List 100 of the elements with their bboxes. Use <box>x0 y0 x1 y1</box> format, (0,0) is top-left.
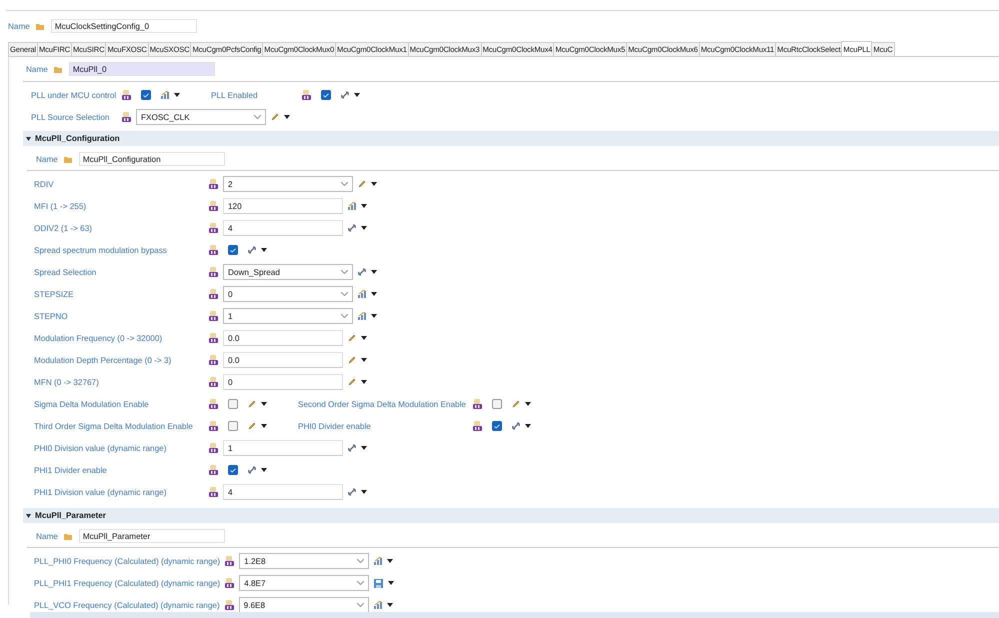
caret-icon[interactable] <box>371 292 377 296</box>
value-dropdown[interactable]: Down_Spread <box>223 264 353 280</box>
caret-icon[interactable] <box>386 603 393 607</box>
name-field[interactable]: McuPll_Parameter <box>78 529 225 543</box>
parameter-type-icon <box>209 179 218 189</box>
checkbox[interactable] <box>228 399 238 409</box>
section-header[interactable]: McuPll_Parameter <box>23 508 999 523</box>
value-dropdown[interactable]: 0 <box>223 286 353 302</box>
chart-icon[interactable] <box>374 557 382 565</box>
value-field[interactable]: 4 <box>223 484 343 500</box>
parameter-label: MFN (0 -> 32767) <box>34 378 100 386</box>
link-icon[interactable] <box>358 268 366 276</box>
chart-icon[interactable] <box>161 91 169 99</box>
value-field[interactable]: 120 <box>223 198 343 214</box>
parameter-label: Modulation Frequency (0 -> 32000) <box>34 334 164 342</box>
caret-icon[interactable] <box>361 204 367 208</box>
caret-icon[interactable] <box>361 358 367 362</box>
checkbox[interactable] <box>228 421 238 431</box>
caret-icon[interactable] <box>361 336 367 340</box>
parameter-label: MFI (1 -> 255) <box>34 202 88 210</box>
link-icon[interactable] <box>348 444 356 452</box>
link-icon[interactable] <box>248 466 256 474</box>
caret-icon[interactable] <box>361 226 367 230</box>
pencil-icon[interactable] <box>348 378 356 386</box>
name-field[interactable]: McuClockSettingConfig_0 <box>50 19 197 33</box>
chart-icon[interactable] <box>358 290 366 298</box>
checkbox[interactable] <box>228 465 238 475</box>
caret-icon[interactable] <box>261 468 267 472</box>
section-header[interactable]: McuPll_Configuration <box>23 131 999 146</box>
chart-icon[interactable] <box>348 202 356 210</box>
link-icon[interactable] <box>248 246 256 254</box>
name-field[interactable]: McuPll_Configuration <box>78 152 225 166</box>
save-icon[interactable] <box>374 578 384 588</box>
link-icon[interactable] <box>512 422 520 430</box>
caret-icon[interactable] <box>371 314 377 318</box>
parameter-type-icon <box>209 245 218 255</box>
parameter-type-icon <box>209 333 218 343</box>
parameter-label: PHI0 Division value (dynamic range) <box>34 444 168 452</box>
parameter-label: PLL under MCU control <box>31 90 117 100</box>
chart-icon[interactable] <box>358 312 366 320</box>
caret-icon[interactable] <box>354 93 360 97</box>
pencil-icon[interactable] <box>358 180 366 188</box>
parameter-label: PHI0 Divider enable <box>298 422 372 430</box>
value-field[interactable]: 1 <box>223 440 343 456</box>
caret-icon[interactable] <box>361 380 367 384</box>
link-icon[interactable] <box>348 224 356 232</box>
parameter-label: PLL Source Selection <box>31 112 110 122</box>
pencil-icon[interactable] <box>512 400 520 408</box>
value-field[interactable]: 0 <box>223 374 343 390</box>
caret-icon[interactable] <box>261 248 267 252</box>
parameter-label: Spread spectrum modulation bypass <box>34 246 168 254</box>
expand-icon[interactable] <box>26 136 31 140</box>
checkbox[interactable] <box>492 421 502 431</box>
checkbox[interactable] <box>492 399 502 409</box>
name-field[interactable]: McuPll_0 <box>68 62 215 76</box>
parameter-type-icon <box>302 90 311 100</box>
parameter-type-icon <box>209 487 218 497</box>
parameter-label: STEPSIZE <box>34 290 75 298</box>
pencil-icon[interactable] <box>248 400 256 408</box>
pencil-icon[interactable] <box>348 356 356 364</box>
value-dropdown[interactable]: FXOSC_CLK <box>136 109 266 125</box>
parameter-type-icon <box>224 600 234 610</box>
name-label: Name <box>36 532 58 540</box>
pencil-icon[interactable] <box>248 422 256 430</box>
caret-icon[interactable] <box>261 424 267 428</box>
value-dropdown[interactable]: 1.2E8 <box>239 553 370 569</box>
checkbox[interactable] <box>228 245 238 255</box>
caret-icon[interactable] <box>174 93 180 97</box>
caret-icon[interactable] <box>371 182 377 186</box>
value-field[interactable]: 4 <box>223 220 343 236</box>
caret-icon[interactable] <box>371 270 377 274</box>
caret-icon[interactable] <box>361 446 367 450</box>
chart-icon[interactable] <box>374 601 382 609</box>
caret-icon[interactable] <box>387 559 394 563</box>
value-dropdown[interactable]: 4.8E7 <box>239 575 370 591</box>
caret-icon[interactable] <box>525 402 531 406</box>
parameter-type-icon <box>225 578 234 588</box>
checkbox[interactable] <box>141 90 151 100</box>
parameter-label: Modulation Depth Percentage (0 -> 3) <box>34 356 172 364</box>
checkbox[interactable] <box>321 90 331 100</box>
value-dropdown[interactable]: 1 <box>223 308 353 324</box>
value-field[interactable]: 0.0 <box>223 352 343 368</box>
pencil-icon[interactable] <box>271 113 279 121</box>
caret-icon[interactable] <box>525 424 531 428</box>
expand-icon[interactable] <box>26 514 31 518</box>
parameter-label: PLL_VCO Frequency (Calculated) (dynamic range) <box>34 600 220 610</box>
caret-icon[interactable] <box>261 402 267 406</box>
link-icon[interactable] <box>341 91 349 99</box>
parameter-label: PHI1 Division value (dynamic range) <box>34 488 168 496</box>
link-icon[interactable] <box>348 488 356 496</box>
caret-icon[interactable] <box>284 115 290 119</box>
caret-icon[interactable] <box>388 581 394 585</box>
value-field[interactable]: 0.0 <box>223 330 343 346</box>
caret-icon[interactable] <box>361 490 367 494</box>
name-label: Name <box>8 22 30 30</box>
pencil-icon[interactable] <box>348 334 356 342</box>
value-dropdown[interactable]: 2 <box>223 176 353 192</box>
parameter-label: Sigma Delta Modulation Enable <box>34 400 150 408</box>
parameter-type-icon <box>225 556 234 566</box>
parameter-type-icon <box>209 223 218 233</box>
